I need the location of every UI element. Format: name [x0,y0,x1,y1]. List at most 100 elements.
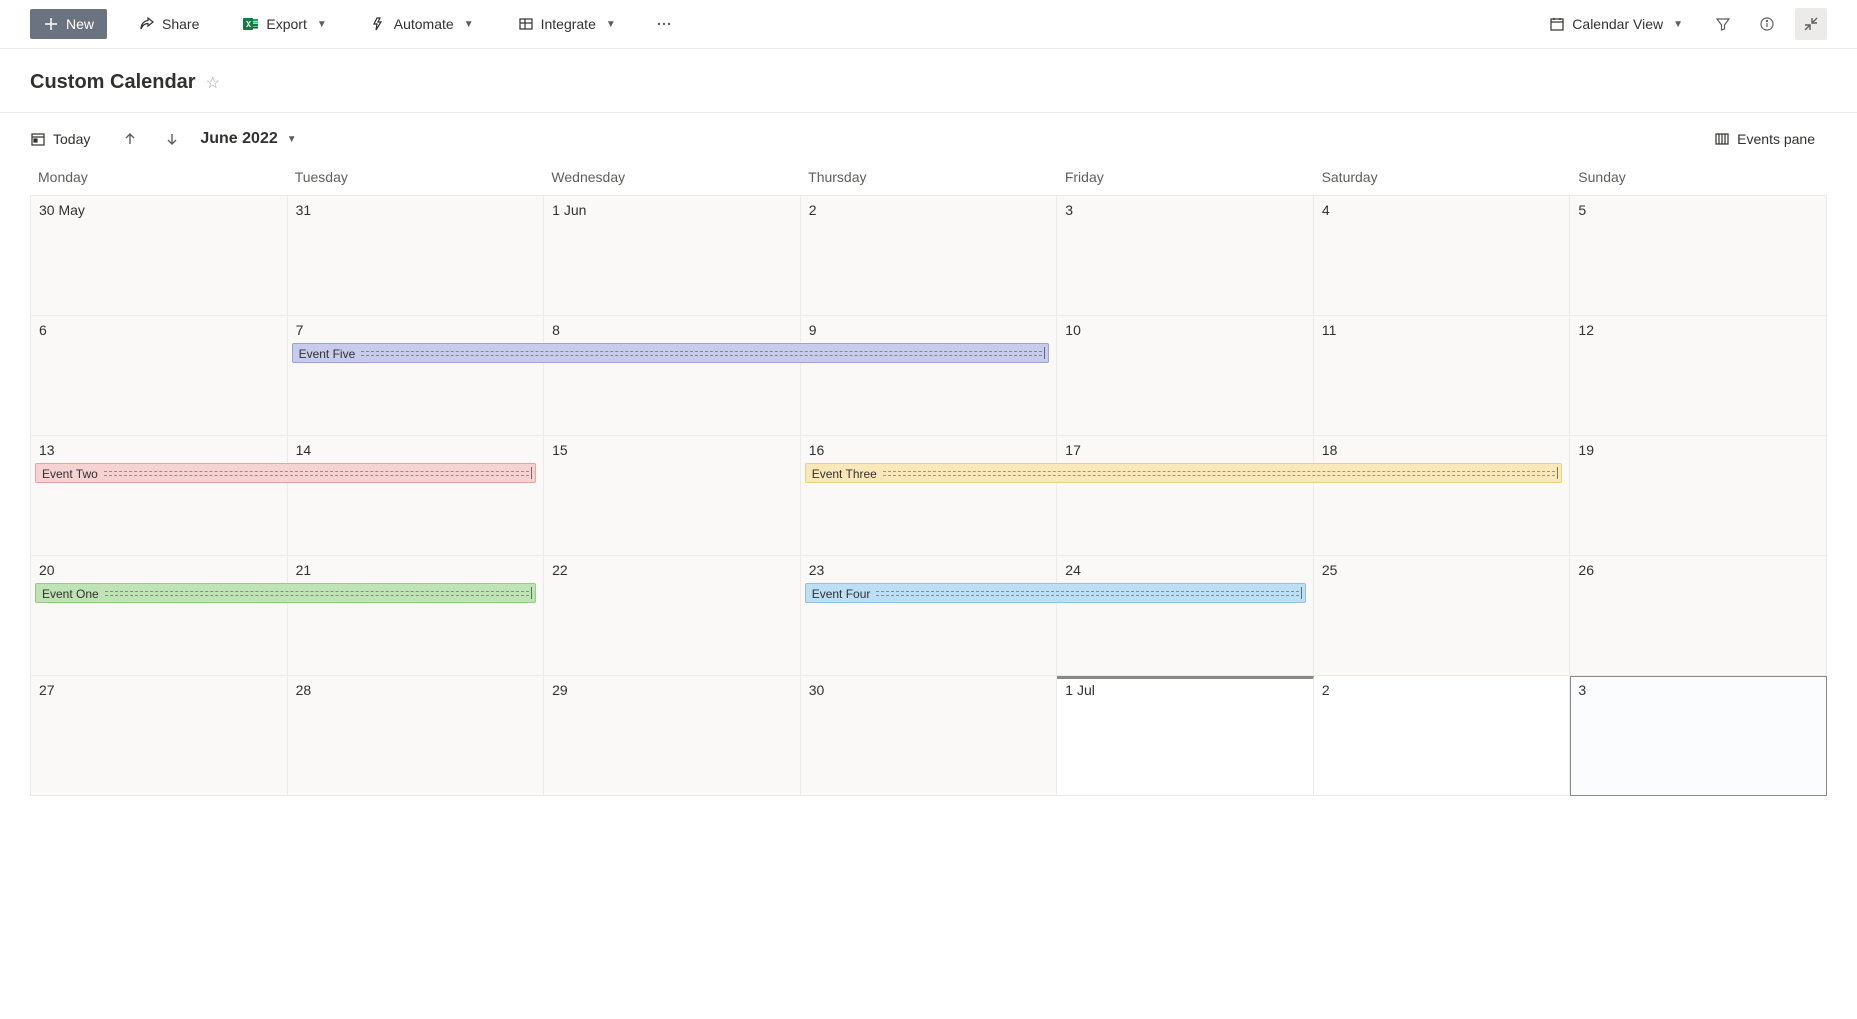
chevron-down-icon: ▼ [287,134,297,145]
day-number: 8 [552,322,560,338]
calendar-day-cell[interactable]: 2 [1314,676,1571,796]
calendar-day-cell[interactable]: 17 [1057,436,1314,556]
more-button[interactable] [648,8,680,40]
calendar-day-cell[interactable]: 13 [31,436,288,556]
collapse-button[interactable] [1795,8,1827,40]
calendar-day-cell[interactable]: 24 [1057,556,1314,676]
calendar-day-cell[interactable]: 12 [1570,316,1827,436]
day-number: 18 [1322,442,1338,458]
day-number: 29 [552,682,568,698]
event-end-cap [531,467,532,479]
day-number: 13 [39,442,55,458]
day-number: 31 [296,202,312,218]
calendar-day-cell[interactable]: 11 [1314,316,1571,436]
share-icon [139,16,155,32]
arrow-up-icon [122,131,138,147]
calendar-grid: MondayTuesdayWednesdayThursdayFridaySatu… [30,163,1827,796]
day-number: 24 [1065,562,1081,578]
day-number: 30 [809,682,825,698]
calendar-event-title: Event Five [299,347,356,361]
calendar-body: 30 May311 Jun234567891011121314151617181… [30,195,1827,796]
calendar-event[interactable]: Event Four [805,583,1306,603]
calendar-day-cell[interactable]: 23 [801,556,1058,676]
view-switcher-button[interactable]: Calendar View ▼ [1537,10,1695,38]
calendar-day-cell[interactable]: 25 [1314,556,1571,676]
day-number: 14 [296,442,312,458]
day-number: 26 [1578,562,1594,578]
calendar-event[interactable]: Event One [35,583,536,603]
filter-button[interactable] [1707,8,1739,40]
new-button[interactable]: New [30,9,107,39]
calendar-day-cell[interactable]: 18 [1314,436,1571,556]
events-pane-button[interactable]: Events pane [1702,125,1827,153]
export-button[interactable]: Export ▼ [231,10,338,38]
share-button[interactable]: Share [127,10,211,38]
calendar-toolbar-right: Events pane [1702,125,1827,153]
calendar-day-cell[interactable]: 2 [801,196,1058,316]
calendar-day-cell[interactable]: 7 [288,316,545,436]
calendar-day-cell[interactable]: 1 Jul [1057,676,1314,796]
calendar-day-cell[interactable]: 27 [31,676,288,796]
weekday-header-cell: Friday [1057,163,1314,195]
favorite-star-icon[interactable]: ☆ [206,73,220,93]
calendar-day-cell[interactable]: 15 [544,436,801,556]
month-picker[interactable]: June 2022 ▼ [200,130,296,148]
day-number: 1 Jun [552,202,586,218]
calendar-day-cell[interactable]: 8 [544,316,801,436]
calendar-day-cell[interactable]: 20 [31,556,288,676]
calendar-event-title: Event Four [812,587,871,601]
day-number: 10 [1065,322,1081,338]
day-number: 6 [39,322,47,338]
next-month-button[interactable] [158,125,186,153]
day-number: 4 [1322,202,1330,218]
calendar-day-cell[interactable]: 3 [1570,676,1827,796]
month-picker-label: June 2022 [200,130,277,148]
event-end-cap [1044,347,1045,359]
calendar-event[interactable]: Event Five [292,343,1050,363]
today-button[interactable]: Today [30,125,102,153]
title-area: Custom Calendar ☆ [0,49,1857,113]
command-bar: New Share Export ▼ Automate ▼ Integrate … [0,0,1857,49]
info-button[interactable] [1751,8,1783,40]
automate-button[interactable]: Automate ▼ [359,10,486,38]
calendar-day-cell[interactable]: 16 [801,436,1058,556]
calendar-day-cell[interactable]: 28 [288,676,545,796]
day-number: 2 [1322,682,1330,698]
calendar-day-cell[interactable]: 30 [801,676,1058,796]
day-number: 17 [1065,442,1081,458]
calendar-day-cell[interactable]: 29 [544,676,801,796]
day-number: 25 [1322,562,1338,578]
prev-month-button[interactable] [116,125,144,153]
calendar-day-cell[interactable]: 10 [1057,316,1314,436]
day-number: 28 [296,682,312,698]
calendar-day-cell[interactable]: 19 [1570,436,1827,556]
calendar-toolbar: Today June 2022 ▼ Events pane [0,113,1857,163]
calendar-day-cell[interactable]: 14 [288,436,545,556]
day-number: 3 [1578,682,1586,698]
day-number: 7 [296,322,304,338]
calendar-day-cell[interactable]: 22 [544,556,801,676]
calendar-event[interactable]: Event Two [35,463,536,483]
calendar-day-cell[interactable]: 9 [801,316,1058,436]
calendar-day-cell[interactable]: 1 Jun [544,196,801,316]
calendar-event-title: Event Three [812,467,877,481]
calendar-icon [1549,16,1565,32]
day-number: 30 May [39,202,85,218]
calendar-day-cell[interactable]: 4 [1314,196,1571,316]
calendar-day-cell[interactable]: 31 [288,196,545,316]
calendar-day-cell[interactable]: 21 [288,556,545,676]
day-number: 12 [1578,322,1594,338]
integrate-icon [518,16,534,32]
integrate-button[interactable]: Integrate ▼ [506,10,628,38]
calendar-day-cell[interactable]: 26 [1570,556,1827,676]
calendar-day-cell[interactable]: 3 [1057,196,1314,316]
calendar-event[interactable]: Event Three [805,463,1563,483]
page-title: Custom Calendar ☆ [30,71,220,94]
calendar-day-cell[interactable]: 30 May [31,196,288,316]
day-number: 15 [552,442,568,458]
calendar-day-cell[interactable]: 5 [1570,196,1827,316]
day-number: 21 [296,562,312,578]
calendar-day-cell[interactable]: 6 [31,316,288,436]
today-button-label: Today [53,131,90,147]
day-number: 27 [39,682,55,698]
